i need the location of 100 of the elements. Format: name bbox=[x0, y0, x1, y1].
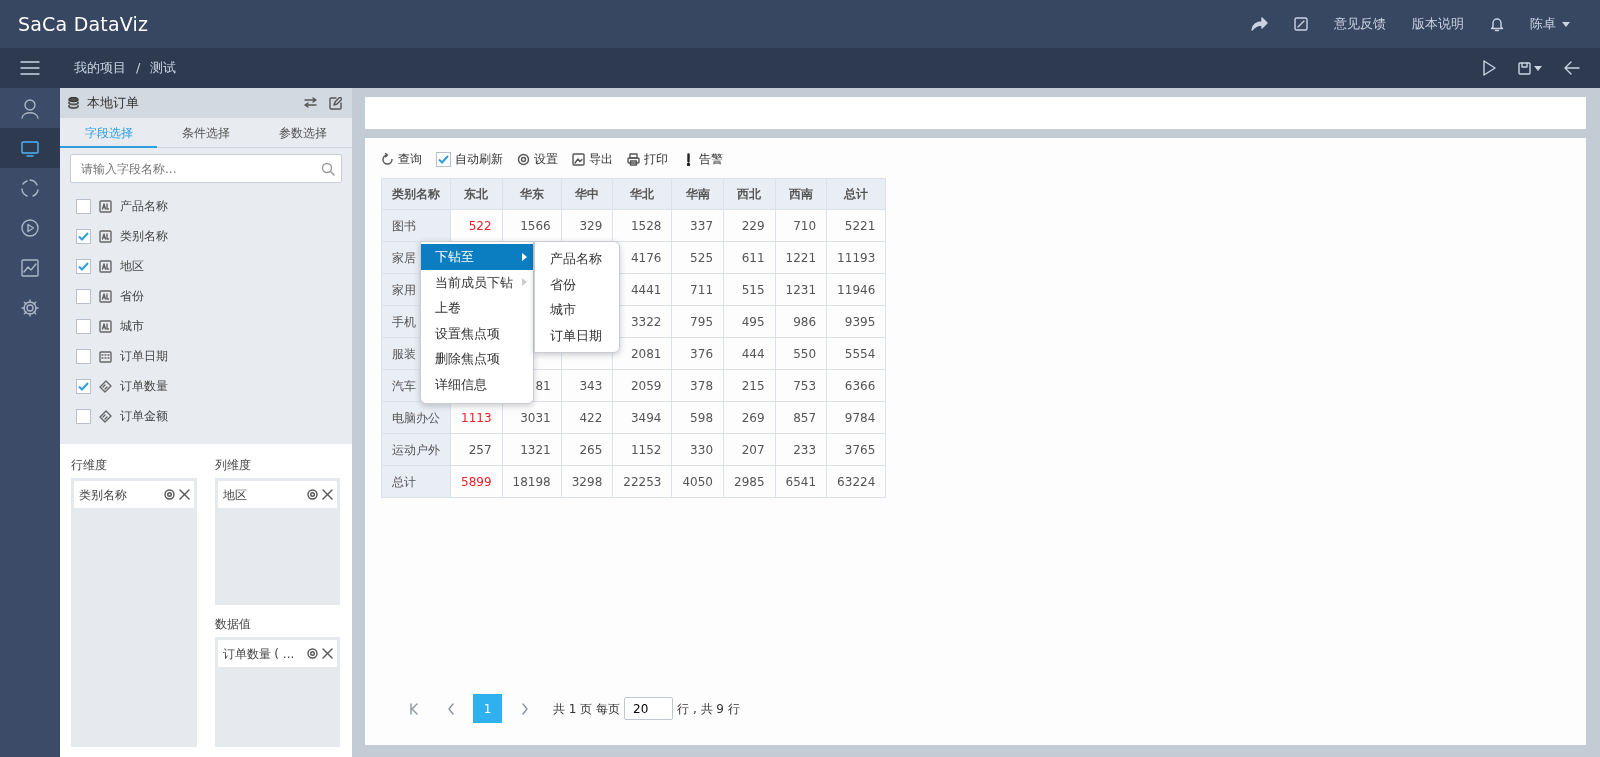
zone-item-label: 订单数量 ( ... bbox=[222, 645, 295, 663]
text-field-icon bbox=[99, 319, 112, 333]
back-arrow-icon[interactable] bbox=[1564, 61, 1580, 75]
search-icon bbox=[321, 161, 335, 176]
table-cell: 18198 bbox=[502, 465, 562, 498]
table-cell: 11193 bbox=[826, 241, 886, 274]
header-link[interactable]: 版本说明 bbox=[1412, 14, 1464, 34]
table-cell: 857 bbox=[775, 401, 827, 434]
field-label[interactable]: 产品名称 bbox=[120, 197, 168, 215]
column-header: 华南 bbox=[671, 178, 724, 210]
breadcrumb-item[interactable]: 我的项目 bbox=[74, 58, 126, 78]
checkbox[interactable] bbox=[76, 378, 91, 394]
logo: SaCa DataViz bbox=[18, 11, 149, 37]
bell-icon[interactable] bbox=[1490, 16, 1504, 32]
toolbar-button[interactable]: 告警 bbox=[699, 150, 723, 168]
panel-tab[interactable]: 参数选择 bbox=[254, 118, 352, 148]
database-icon bbox=[68, 97, 79, 109]
table-cell: 711 bbox=[671, 273, 724, 306]
table-cell: 515 bbox=[723, 273, 776, 306]
caret-icon[interactable] bbox=[1562, 21, 1570, 27]
table-cell: 5221 bbox=[826, 209, 886, 242]
next-page-icon bbox=[520, 702, 529, 715]
table-cell: 986 bbox=[775, 305, 827, 338]
dataset-title: 本地订单 bbox=[87, 93, 139, 112]
row-header: 电脑办公 bbox=[381, 401, 451, 434]
user-name[interactable]: 陈卓 bbox=[1530, 14, 1556, 34]
toolbar-button[interactable]: 查询 bbox=[398, 150, 422, 168]
breadcrumb-separator: / bbox=[136, 59, 141, 78]
checkbox[interactable] bbox=[76, 348, 91, 364]
save-icon[interactable] bbox=[1518, 61, 1531, 75]
header-link[interactable]: 意见反馈 bbox=[1334, 14, 1386, 34]
field-label[interactable]: 订单金额 bbox=[120, 407, 168, 425]
checkbox[interactable] bbox=[76, 318, 91, 334]
line-chart-icon bbox=[20, 257, 40, 279]
toolbar-button[interactable]: 导出 bbox=[589, 150, 613, 168]
search-field[interactable]: 请输入字段名称... bbox=[70, 154, 342, 183]
zone-title: 行维度 bbox=[71, 457, 108, 474]
table-cell: 611 bbox=[723, 241, 776, 274]
table-cell: 343 bbox=[561, 369, 613, 402]
breadcrumb-item[interactable]: 测试 bbox=[150, 58, 177, 78]
text-field-icon bbox=[99, 229, 112, 243]
pagination-text: 共 1 页 每页 bbox=[553, 700, 621, 718]
table-cell: 795 bbox=[671, 305, 724, 338]
table-cell: 207 bbox=[723, 433, 776, 466]
field-label[interactable]: 城市 bbox=[120, 317, 144, 335]
column-header: 总计 bbox=[826, 178, 886, 210]
table-cell: 330 bbox=[671, 433, 724, 466]
checkbox-label[interactable]: 自动刷新 bbox=[455, 150, 503, 168]
checkbox[interactable] bbox=[76, 258, 91, 274]
tag-icon bbox=[99, 409, 112, 423]
close-icon[interactable] bbox=[178, 489, 190, 500]
column-header: 东北 bbox=[450, 178, 503, 210]
table-cell: 1152 bbox=[612, 433, 672, 466]
panel-tab[interactable]: 条件选择 bbox=[157, 118, 255, 148]
table-cell: 2059 bbox=[612, 369, 672, 402]
table-cell: 444 bbox=[723, 337, 776, 370]
field-label[interactable]: 订单数量 bbox=[120, 377, 168, 395]
column-header: 华北 bbox=[612, 178, 672, 210]
swap-icon[interactable] bbox=[304, 96, 317, 108]
table-cell: 710 bbox=[775, 209, 827, 242]
zone-item-label: 地区 bbox=[222, 486, 247, 504]
checkbox[interactable] bbox=[76, 198, 91, 214]
image-icon[interactable] bbox=[572, 152, 585, 166]
checkbox[interactable] bbox=[76, 228, 91, 244]
calendar-icon bbox=[99, 349, 112, 363]
refresh-icon[interactable] bbox=[381, 152, 394, 166]
share-icon[interactable] bbox=[1250, 16, 1268, 32]
toolbar-button[interactable]: 设置 bbox=[534, 150, 558, 168]
menu-item[interactable]: 下钻至 bbox=[421, 244, 533, 270]
checkbox[interactable] bbox=[76, 408, 91, 424]
caret-icon[interactable] bbox=[1534, 65, 1542, 71]
text-field-icon bbox=[99, 199, 112, 213]
first-page-icon bbox=[409, 702, 418, 715]
field-label[interactable]: 地区 bbox=[120, 257, 144, 275]
field-label[interactable]: 类别名称 bbox=[120, 227, 168, 245]
table-cell: 1321 bbox=[502, 433, 562, 466]
field-label[interactable]: 订单日期 bbox=[120, 347, 168, 365]
close-icon[interactable] bbox=[322, 648, 333, 659]
page-size-field[interactable]: 20 bbox=[624, 697, 674, 720]
menu-icon[interactable] bbox=[20, 60, 40, 76]
checkbox[interactable] bbox=[76, 288, 91, 304]
table-cell: 495 bbox=[723, 305, 776, 338]
table-cell: 1231 bbox=[775, 273, 827, 306]
field-label[interactable]: 省份 bbox=[120, 287, 144, 305]
table-cell: 5899 bbox=[450, 465, 503, 498]
table-cell: 378 bbox=[671, 369, 724, 402]
checkbox[interactable] bbox=[436, 151, 451, 167]
table-cell: 550 bbox=[775, 337, 827, 370]
search-input[interactable]: 请输入字段名称... bbox=[71, 159, 321, 178]
table-cell: 6366 bbox=[826, 369, 886, 402]
rail-item[interactable] bbox=[0, 128, 60, 168]
edit-icon[interactable] bbox=[329, 96, 342, 110]
printer-icon[interactable] bbox=[627, 152, 640, 166]
table-cell: 2985 bbox=[723, 465, 776, 498]
close-icon[interactable] bbox=[322, 489, 333, 500]
toolbar-button[interactable]: 打印 bbox=[644, 150, 668, 168]
table-cell: 63224 bbox=[826, 465, 886, 498]
play-icon[interactable] bbox=[1482, 60, 1496, 76]
zone-item-label: 类别名称 bbox=[79, 486, 127, 504]
column-header: 西南 bbox=[775, 178, 827, 210]
